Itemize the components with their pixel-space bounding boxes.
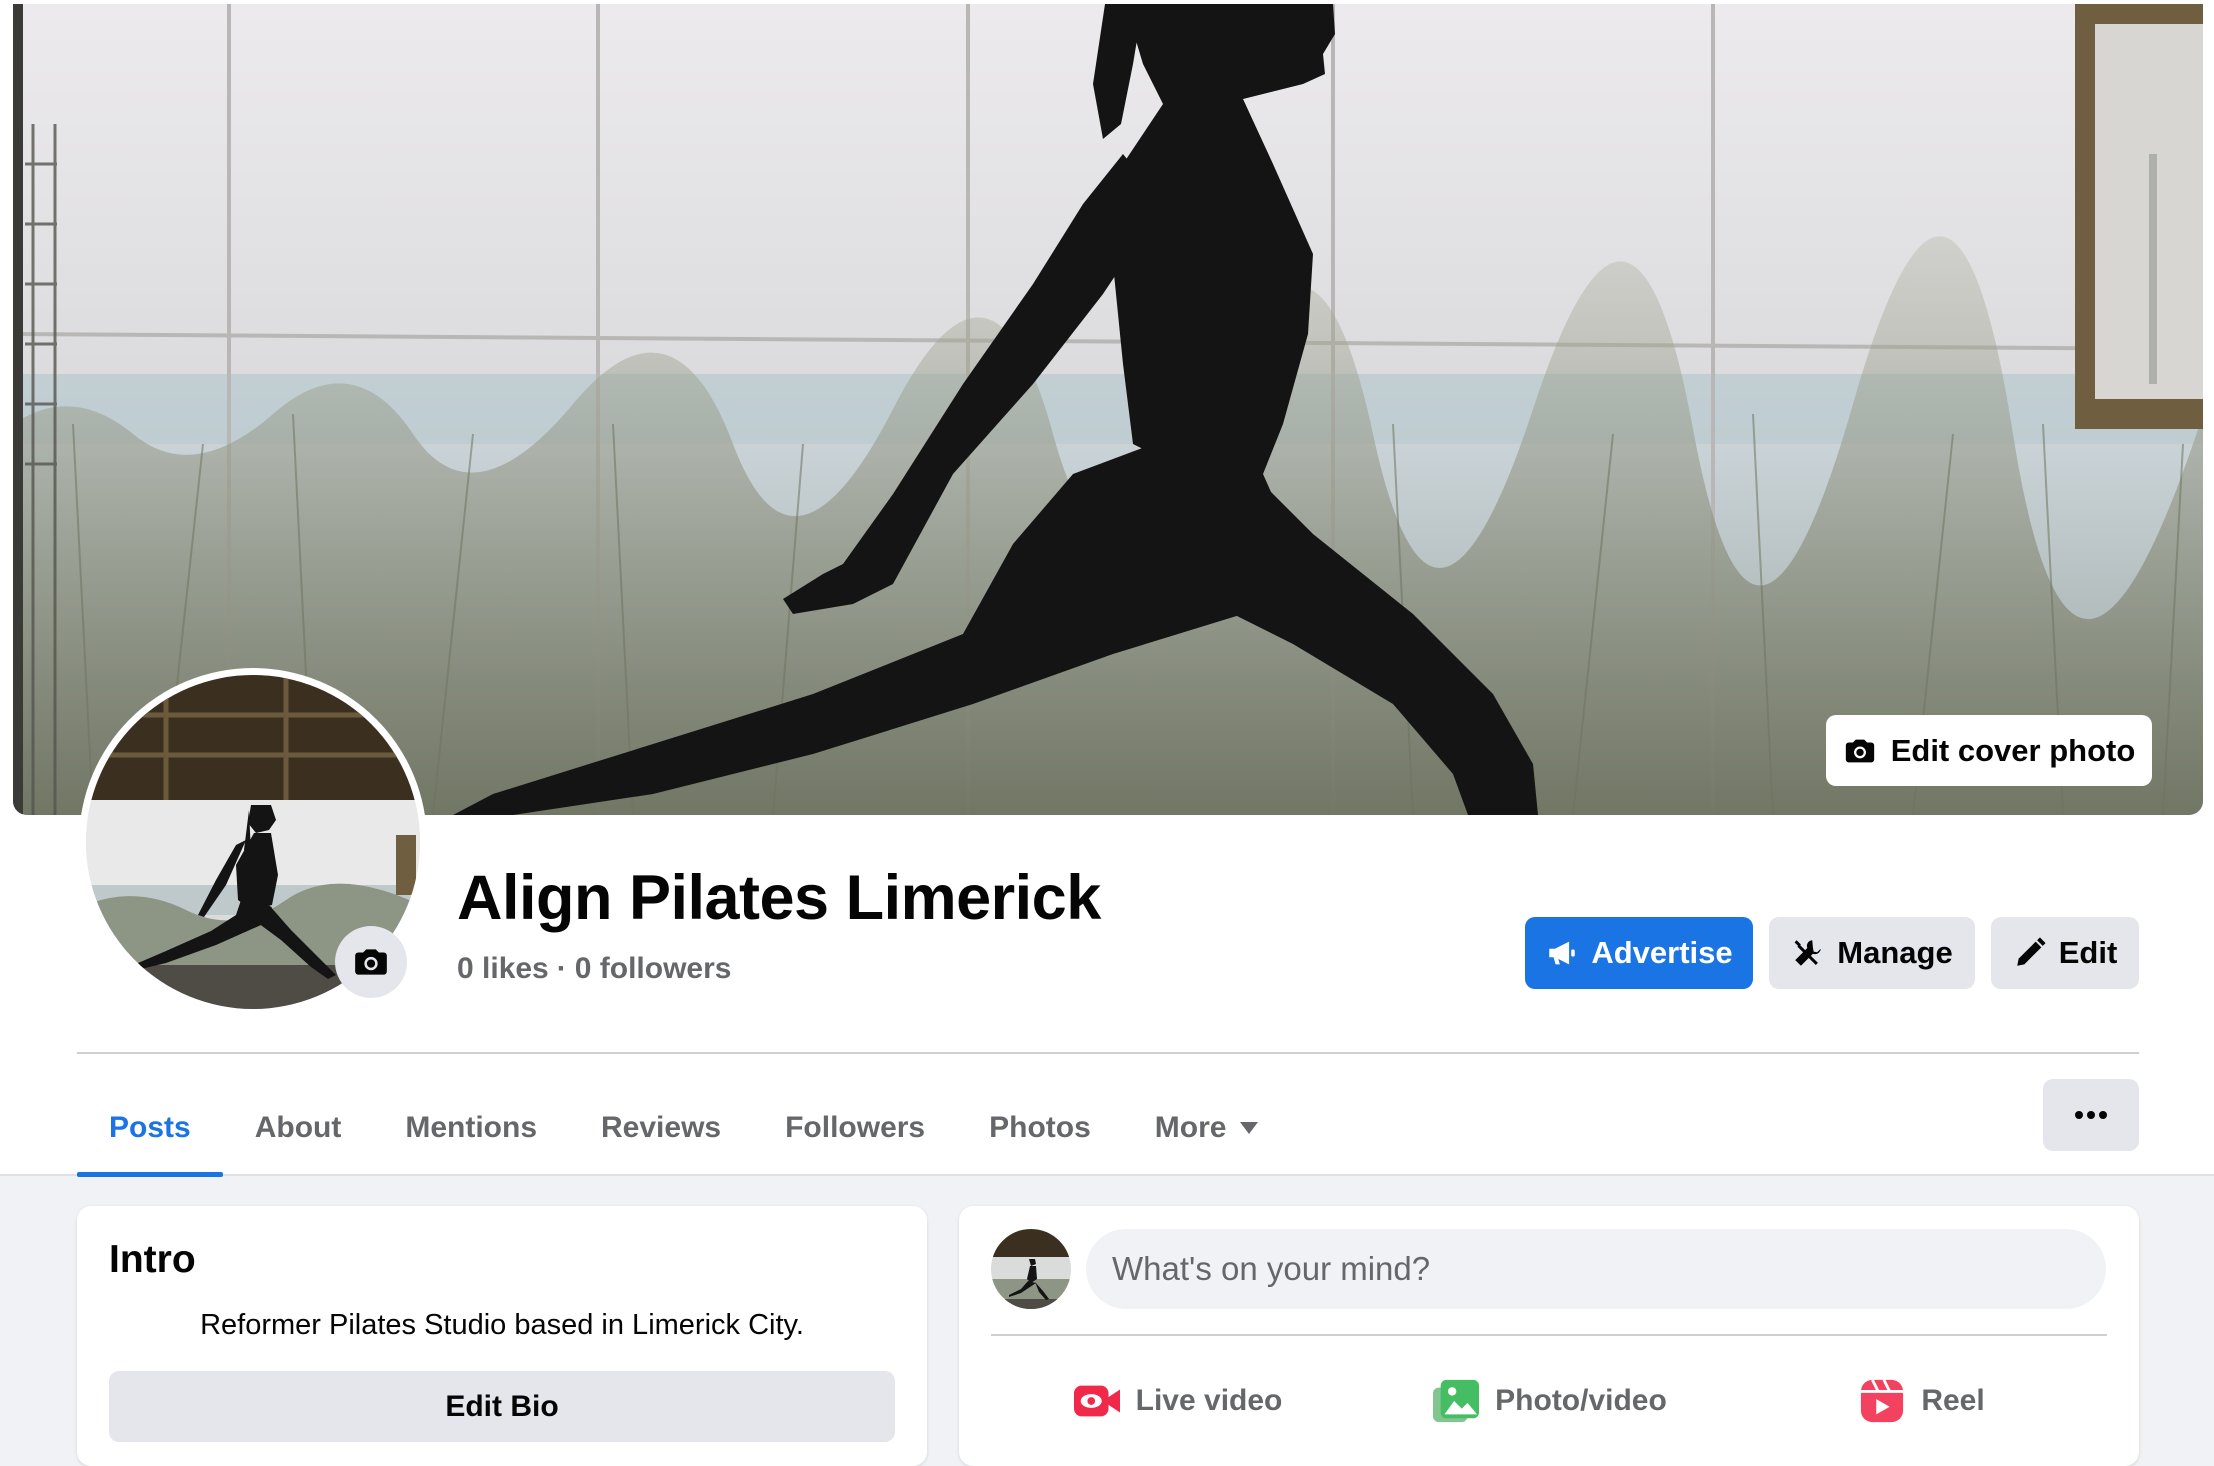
tab-posts[interactable]: Posts (77, 1080, 223, 1177)
tab-reviews[interactable]: Reviews (569, 1080, 753, 1176)
page-title: Align Pilates Limerick (457, 863, 1101, 933)
intro-bio: Reformer Pilates Studio based in Limeric… (200, 1309, 804, 1341)
tab-label: Followers (785, 1111, 926, 1144)
page-header-section: Edit cover photo Align Pilates Limerick … (0, 0, 2214, 1177)
followers-count[interactable]: 0 followers (575, 952, 732, 985)
manage-button[interactable]: Manage (1769, 917, 1975, 989)
intro-card: Intro Reformer Pilates Studio based in L… (77, 1206, 927, 1466)
post-composer-card: Live video Photo/video Reel (959, 1206, 2139, 1466)
photo-video-button[interactable]: Photo/video (1363, 1346, 1735, 1456)
advertise-label: Advertise (1591, 935, 1733, 970)
stats-separator: · (556, 952, 567, 985)
tab-photos[interactable]: Photos (957, 1080, 1123, 1176)
tab-label: Mentions (405, 1111, 538, 1144)
intro-title: Intro (109, 1238, 196, 1281)
tools-icon (1794, 940, 1822, 966)
camera-icon (1845, 739, 1874, 762)
live-video-label: Live video (1135, 1384, 1283, 1417)
composer-actions: Live video Photo/video Reel (991, 1346, 2107, 1456)
reel-button[interactable]: Reel (1735, 1346, 2107, 1456)
tab-label: Photos (989, 1111, 1091, 1144)
edit-bio-label: Edit Bio (445, 1389, 559, 1423)
edit-cover-photo-label: Edit cover photo (1890, 732, 2136, 768)
live-video-icon (1073, 1385, 1120, 1417)
reel-icon (1861, 1379, 1904, 1423)
composer-divider (991, 1334, 2107, 1336)
tab-mentions[interactable]: Mentions (373, 1080, 569, 1176)
photo-video-label: Photo/video (1495, 1384, 1667, 1417)
pencil-icon (2016, 937, 2046, 966)
live-video-button[interactable]: Live video (991, 1346, 1363, 1456)
tab-more[interactable]: More (1123, 1080, 1291, 1176)
tab-label: Posts (109, 1111, 191, 1144)
camera-icon (355, 949, 387, 975)
page-stats: 0 likes · 0 followers (457, 952, 731, 986)
caret-down-icon (1240, 1122, 1259, 1134)
likes-count[interactable]: 0 likes (457, 952, 549, 985)
tab-followers[interactable]: Followers (753, 1080, 957, 1176)
tab-label: More (1154, 1111, 1227, 1144)
edit-page-button[interactable]: Edit (1991, 917, 2139, 989)
reel-label: Reel (1921, 1384, 1985, 1417)
edit-cover-photo-button[interactable]: Edit cover photo (1826, 715, 2152, 786)
megaphone-icon (1549, 941, 1576, 965)
update-profile-picture-button[interactable] (335, 926, 407, 998)
tab-label: About (254, 1111, 342, 1144)
header-divider (77, 1052, 2139, 1054)
composer-avatar[interactable] (991, 1229, 1071, 1309)
page-tabs: Posts About Mentions Reviews Followers P… (77, 1080, 1291, 1177)
composer-avatar-image (991, 1229, 1071, 1309)
tab-label: Reviews (601, 1111, 722, 1144)
more-options-button[interactable] (2043, 1079, 2139, 1151)
ellipsis-icon (2075, 1111, 2107, 1119)
advertise-button[interactable]: Advertise (1525, 917, 1753, 989)
edit-bio-button[interactable]: Edit Bio (109, 1371, 895, 1442)
edit-label: Edit (2058, 935, 2118, 970)
whats-on-your-mind-input[interactable] (1086, 1229, 2106, 1309)
tab-about[interactable]: About (223, 1080, 374, 1176)
manage-label: Manage (1837, 935, 1953, 970)
photo-video-icon (1433, 1379, 1480, 1423)
